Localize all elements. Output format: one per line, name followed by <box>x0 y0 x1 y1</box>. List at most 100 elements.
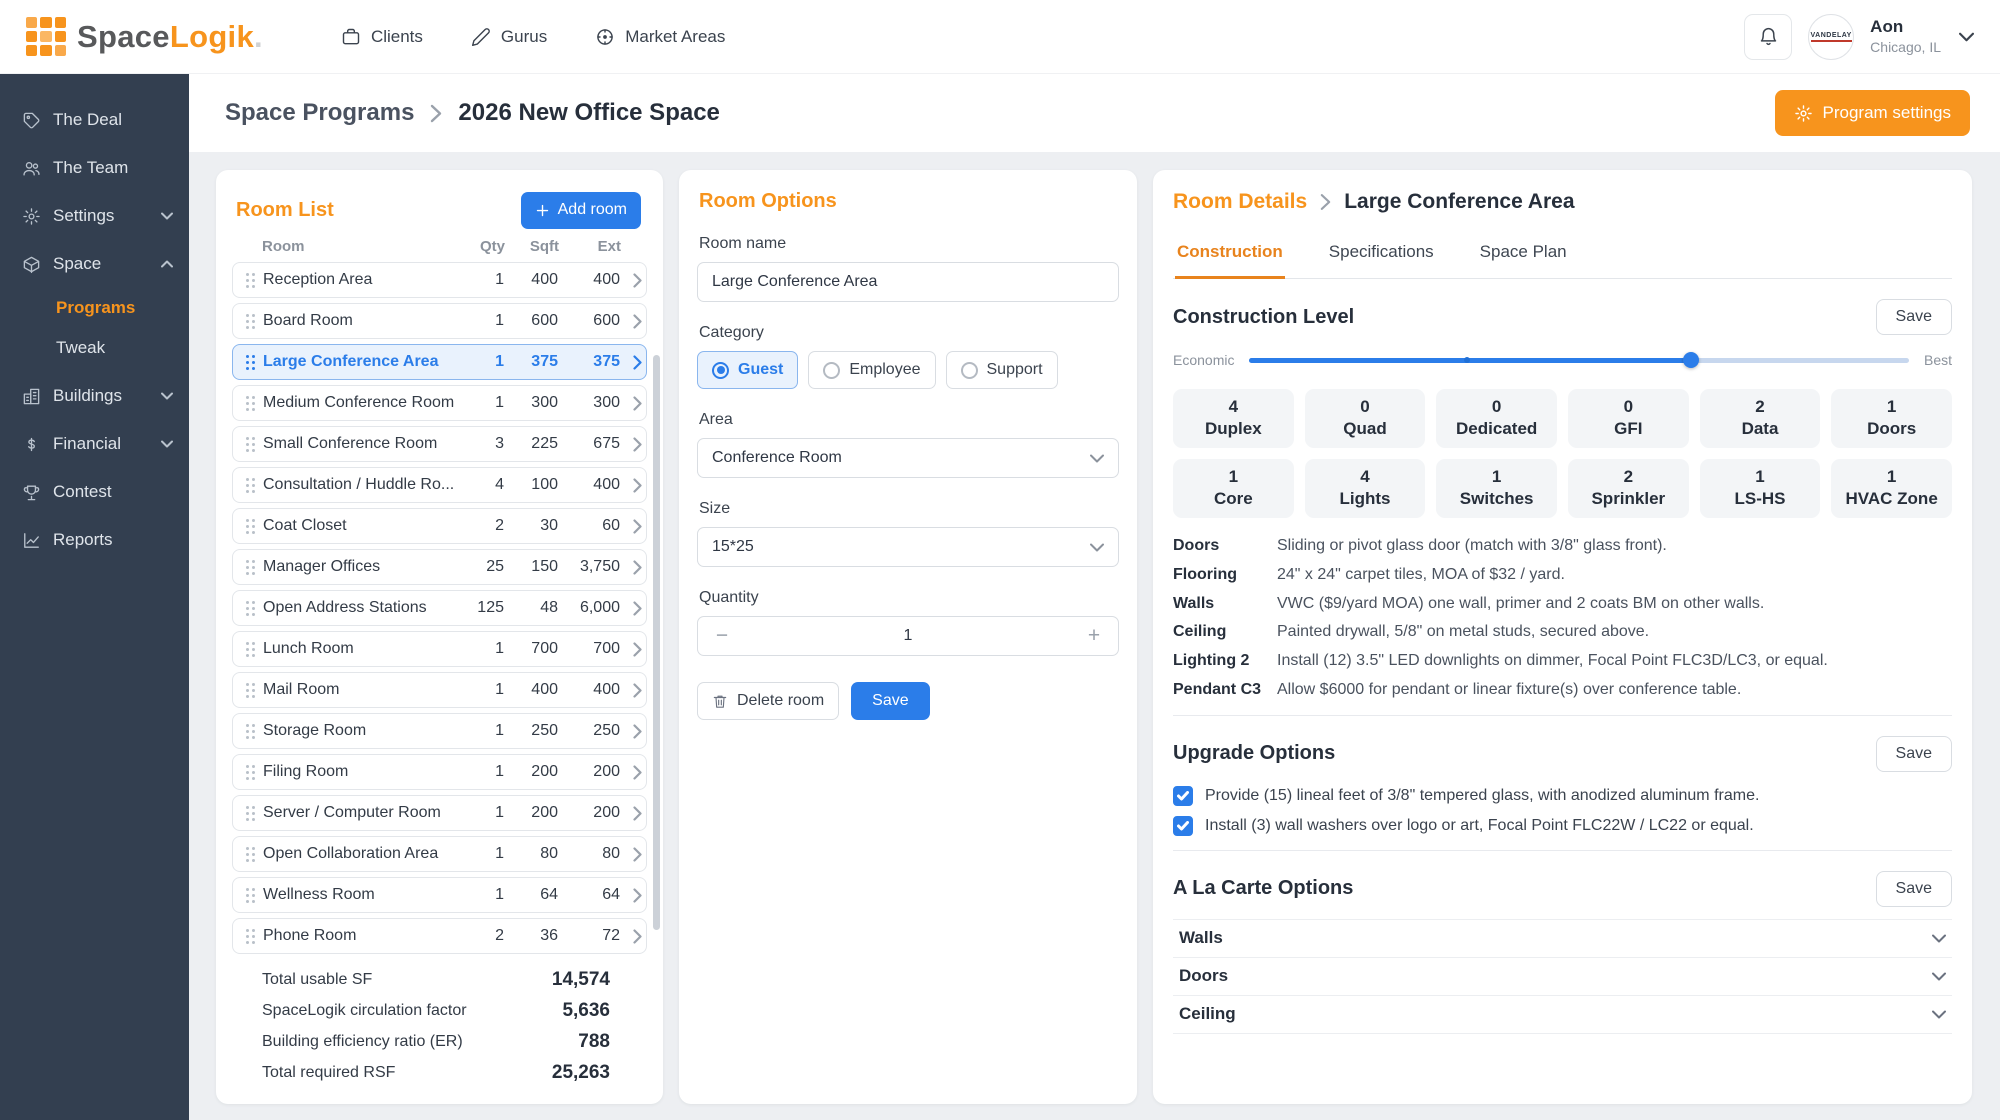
room-row[interactable]: Open Address Stations 125 48 6,000 <box>232 590 647 626</box>
category-option-support[interactable]: Support <box>946 351 1058 389</box>
delete-room-button[interactable]: Delete room <box>697 682 839 720</box>
bell-icon <box>1758 26 1779 47</box>
drag-handle-icon[interactable] <box>237 273 263 288</box>
drag-handle-icon[interactable] <box>237 560 263 575</box>
account-menu-toggle[interactable] <box>1959 32 1974 42</box>
save-room-button[interactable]: Save <box>851 682 929 720</box>
room-row[interactable]: Server / Computer Room 1 200 200 <box>232 795 647 831</box>
room-row[interactable]: Filing Room 1 200 200 <box>232 754 647 790</box>
room-row[interactable]: Small Conference Room 3 225 675 <box>232 426 647 462</box>
upgrade-options-heading: Upgrade Options <box>1173 742 1335 765</box>
a-la-carte-accordion-row[interactable]: Ceiling <box>1173 996 1952 1034</box>
nav-item-clients[interactable]: Clients <box>341 27 423 47</box>
room-row[interactable]: Board Room 1 600 600 <box>232 303 647 339</box>
chevron-right-icon <box>620 478 642 493</box>
chevron-down-icon <box>1090 543 1104 552</box>
sidebar-item-the-deal[interactable]: The Deal <box>0 96 189 144</box>
room-row[interactable]: Reception Area 1 400 400 <box>232 262 647 298</box>
room-row[interactable]: Mail Room 1 400 400 <box>232 672 647 708</box>
room-row[interactable]: Phone Room 2 36 72 <box>232 918 647 954</box>
spec-row: Doors Sliding or pivot glass door (match… <box>1173 536 1952 557</box>
slider-fill <box>1249 358 1691 363</box>
room-details-panel: Room Details Large Conference Area Const… <box>1153 170 1972 1104</box>
drag-handle-icon[interactable] <box>237 929 263 944</box>
scrollbar-thumb[interactable] <box>653 355 660 930</box>
a-la-carte-accordion-row[interactable]: Doors <box>1173 958 1952 996</box>
spec-text: Painted drywall, 5/8" on metal studs, se… <box>1277 622 1649 643</box>
sidebar-item-the-team[interactable]: The Team <box>0 144 189 192</box>
drag-handle-icon[interactable] <box>237 888 263 903</box>
drag-handle-icon[interactable] <box>237 806 263 821</box>
room-row[interactable]: Lunch Room 1 700 700 <box>232 631 647 667</box>
room-sqft: 700 <box>504 640 558 658</box>
checkbox-checked-icon[interactable] <box>1173 786 1193 806</box>
sidebar-item-contest[interactable]: Contest <box>0 468 189 516</box>
sidebar-item-programs[interactable]: Programs <box>0 288 189 328</box>
navbar-right: VANDELAY Aon Chicago, IL <box>1744 14 1974 60</box>
drag-handle-icon[interactable] <box>237 642 263 657</box>
spec-text: VWC ($9/yard MOA) one wall, primer and 2… <box>1277 594 1764 615</box>
program-settings-button[interactable]: Program settings <box>1775 90 1971 136</box>
sidebar-item-tweak[interactable]: Tweak <box>0 328 189 368</box>
sidebar-item-reports[interactable]: Reports <box>0 516 189 564</box>
size-select[interactable]: 15*25 <box>697 527 1119 567</box>
drag-handle-icon[interactable] <box>237 847 263 862</box>
chevron-right-icon <box>1320 193 1331 211</box>
room-qty: 3 <box>462 435 504 453</box>
nav-item-gurus[interactable]: Gurus <box>471 27 547 47</box>
drag-handle-icon[interactable] <box>237 765 263 780</box>
checkbox-checked-icon[interactable] <box>1173 816 1193 836</box>
category-option-employee[interactable]: Employee <box>808 351 935 389</box>
area-select[interactable]: Conference Room <box>697 438 1119 478</box>
room-row[interactable]: Wellness Room 1 64 64 <box>232 877 647 913</box>
drag-handle-icon[interactable] <box>237 396 263 411</box>
drag-handle-icon[interactable] <box>237 601 263 616</box>
a-la-carte-save-button[interactable]: Save <box>1876 871 1952 907</box>
room-details-title[interactable]: Room Details <box>1173 190 1307 214</box>
drag-handle-icon[interactable] <box>237 478 263 493</box>
pen-icon <box>471 27 491 47</box>
quantity-increment-button[interactable]: + <box>1070 617 1118 655</box>
construction-level-slider[interactable] <box>1249 351 1909 369</box>
spec-label: Pendant C3 <box>1173 680 1277 701</box>
room-row[interactable]: Consultation / Huddle Ro... 4 100 400 <box>232 467 647 503</box>
drag-handle-icon[interactable] <box>237 355 263 370</box>
drag-handle-icon[interactable] <box>237 683 263 698</box>
tab-specifications[interactable]: Specifications <box>1327 228 1436 279</box>
sidebar-item-space[interactable]: Space <box>0 240 189 288</box>
sidebar-item-financial[interactable]: Financial <box>0 420 189 468</box>
room-name-input[interactable] <box>697 262 1119 302</box>
nav-item-market-areas[interactable]: Market Areas <box>595 27 725 47</box>
a-la-carte-accordion-row[interactable]: Walls <box>1173 920 1952 958</box>
radio-icon <box>961 362 978 379</box>
upgrade-save-button[interactable]: Save <box>1876 736 1952 772</box>
drag-handle-icon[interactable] <box>237 437 263 452</box>
sidebar-item-buildings[interactable]: Buildings <box>0 372 189 420</box>
tab-construction[interactable]: Construction <box>1175 228 1285 279</box>
avatar[interactable]: VANDELAY <box>1808 14 1854 60</box>
sidebar-label: Buildings <box>53 386 122 406</box>
room-row[interactable]: Coat Closet 2 30 60 <box>232 508 647 544</box>
drag-handle-icon[interactable] <box>237 519 263 534</box>
notifications-button[interactable] <box>1744 14 1792 60</box>
category-option-guest[interactable]: Guest <box>697 351 798 389</box>
breadcrumb-root[interactable]: Space Programs <box>225 99 414 127</box>
app: SpaceLogik. Clients Gurus Market Areas V… <box>0 0 2000 1120</box>
drag-handle-icon[interactable] <box>237 724 263 739</box>
add-room-button[interactable]: Add room <box>521 192 641 229</box>
room-row[interactable]: Medium Conference Room 1 300 300 <box>232 385 647 421</box>
construction-save-button[interactable]: Save <box>1876 299 1952 335</box>
room-row[interactable]: Large Conference Area 1 375 375 <box>232 344 647 380</box>
room-row[interactable]: Storage Room 1 250 250 <box>232 713 647 749</box>
sidebar-item-settings[interactable]: Settings <box>0 192 189 240</box>
brand-logo[interactable]: SpaceLogik. <box>26 17 263 57</box>
quantity-decrement-button[interactable]: − <box>698 617 746 655</box>
room-row[interactable]: Manager Offices 25 150 3,750 <box>232 549 647 585</box>
drag-handle-icon[interactable] <box>237 314 263 329</box>
slider-thumb[interactable] <box>1683 352 1699 368</box>
room-row[interactable]: Open Collaboration Area 1 80 80 <box>232 836 647 872</box>
room-qty: 1 <box>462 722 504 740</box>
tab-space-plan[interactable]: Space Plan <box>1478 228 1569 279</box>
account-info[interactable]: Aon Chicago, IL <box>1870 16 1941 56</box>
construction-specs: Doors Sliding or pivot glass door (match… <box>1173 536 1952 701</box>
